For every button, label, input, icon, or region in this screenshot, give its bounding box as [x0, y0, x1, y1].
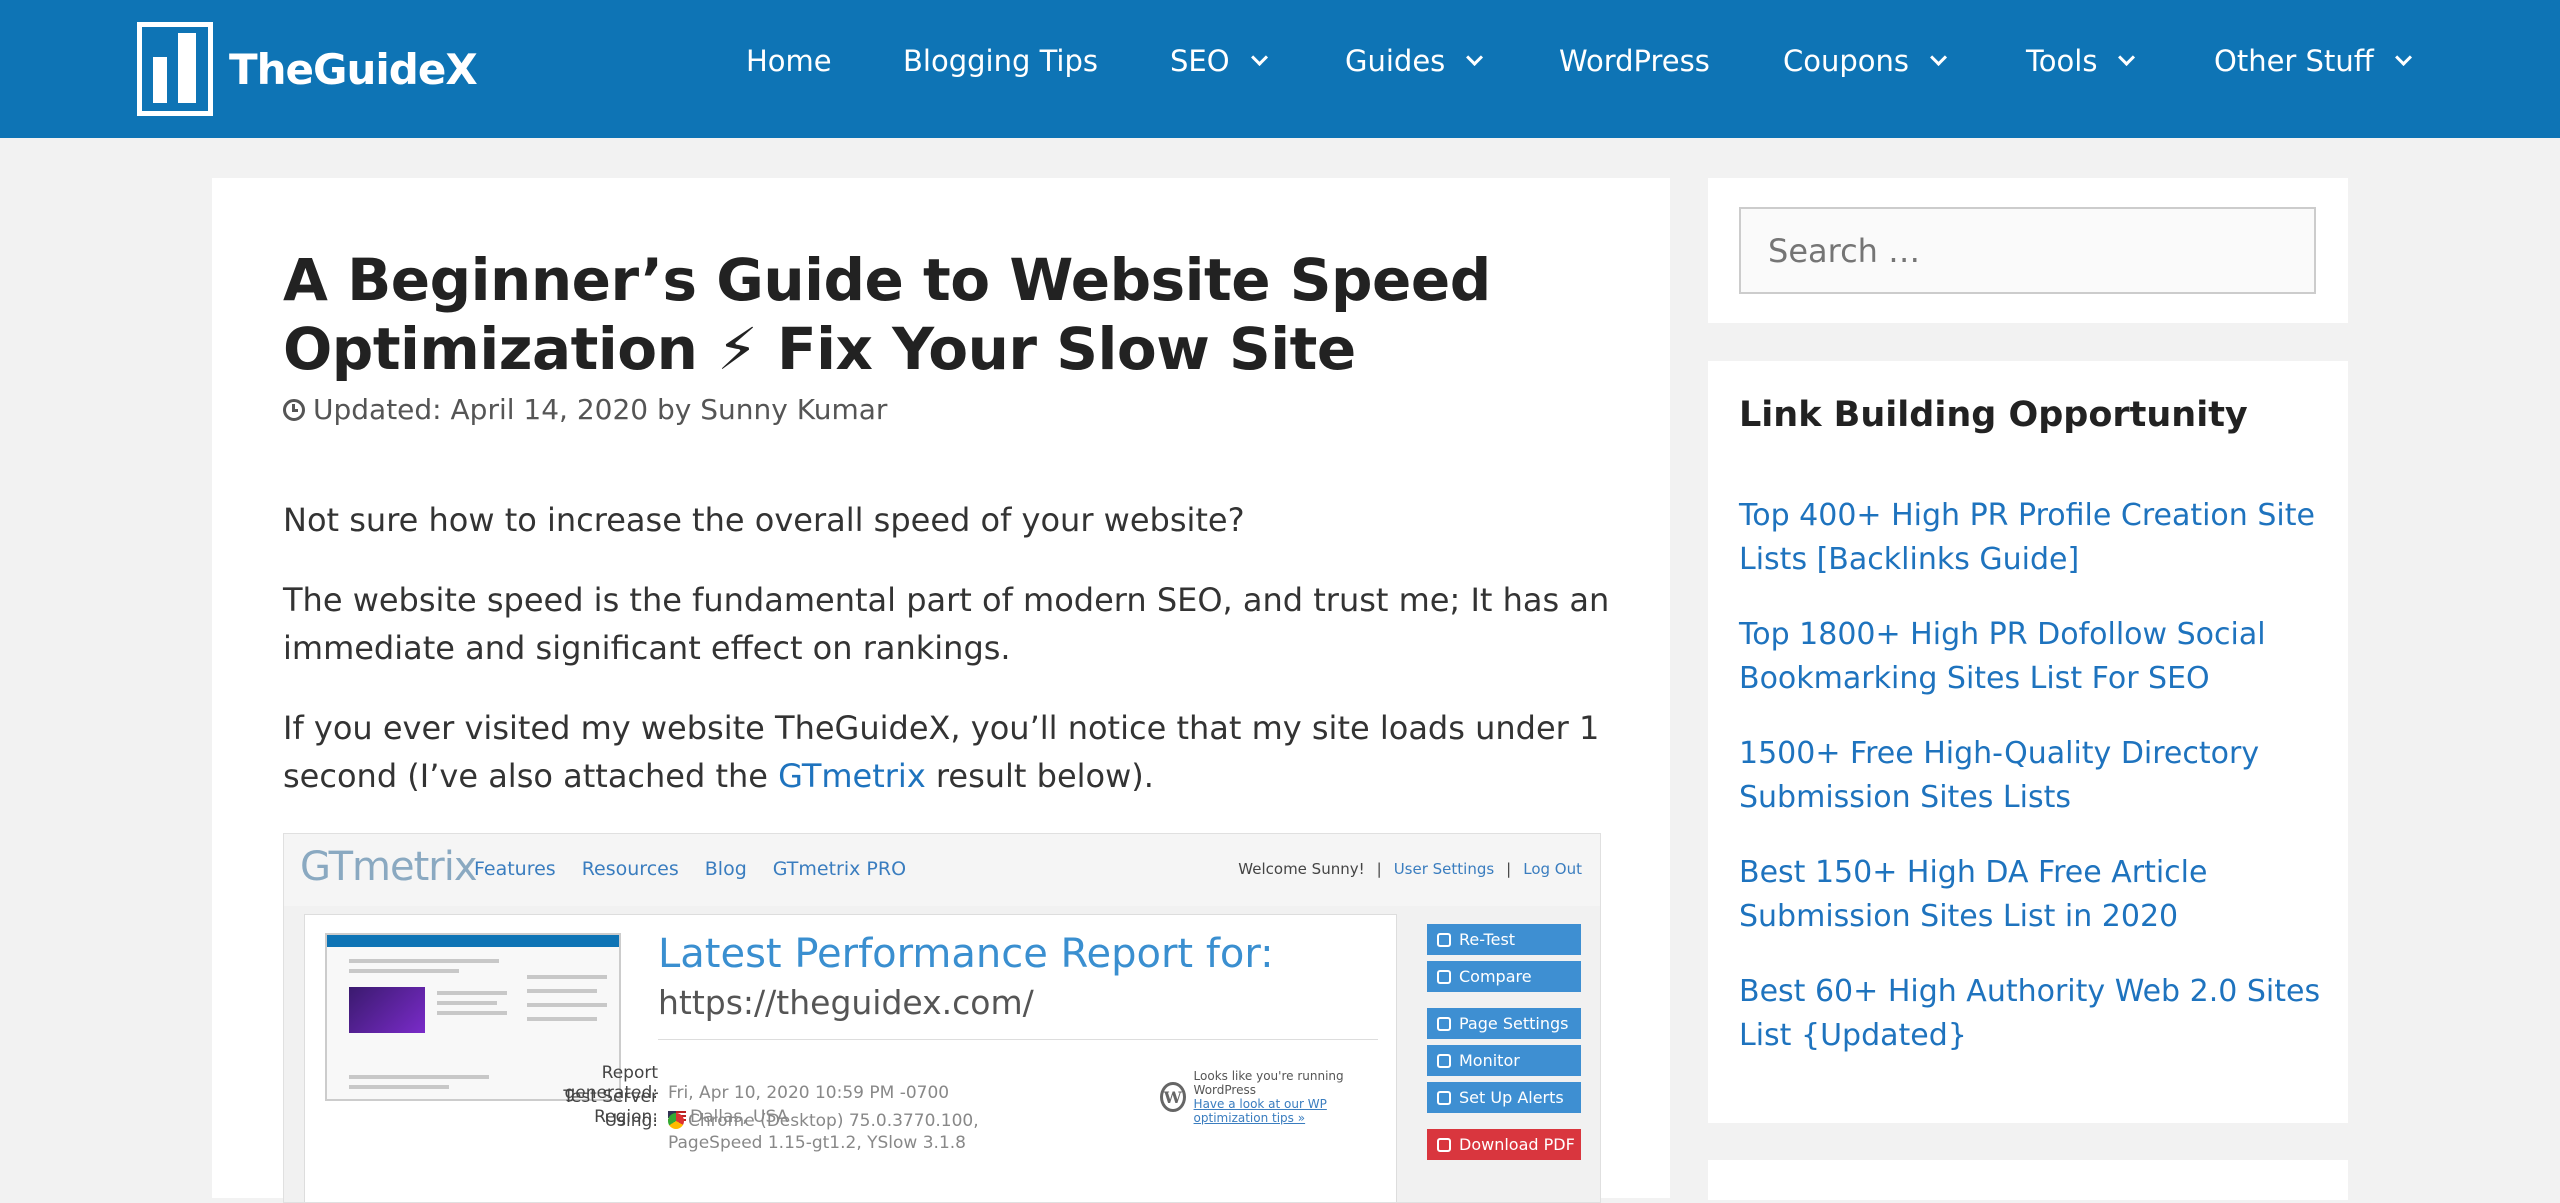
clock-icon: [283, 398, 305, 421]
gear-icon: [1437, 1016, 1451, 1031]
nav-seo[interactable]: SEO: [1170, 44, 1268, 78]
gt-link-pro: GTmetrix PRO: [772, 858, 907, 880]
nav-tools[interactable]: Tools: [2026, 44, 2136, 78]
report-row: Using: Chrome (Desktop) 75.0.3770.100,: [604, 1111, 979, 1131]
wp-notice-text: Looks like you're running WordPress: [1193, 1069, 1344, 1097]
page-settings-button: Page Settings: [1427, 1008, 1581, 1039]
gtmetrix-logo: GTmetrix: [300, 844, 478, 890]
compare-button: Compare: [1427, 961, 1581, 992]
paragraph-2: The website speed is the fundamental par…: [283, 581, 1610, 667]
gt-link-blog: Blog: [704, 858, 747, 880]
search-input[interactable]: [1739, 207, 2316, 294]
gtmetrix-report: Latest Performance Report for: https://t…: [304, 914, 1397, 1202]
meta-text: Updated: April 14, 2020 by Sunny Kumar: [313, 393, 888, 426]
sidebar-link[interactable]: Best 60+ High Authority Web 2.0 Sites Li…: [1739, 970, 2324, 1058]
paragraph-3: If you ever visited my website TheGuideX…: [283, 704, 1613, 800]
alerts-button: Set Up Alerts: [1427, 1082, 1581, 1113]
sidebar-link[interactable]: 1500+ Free High-Quality Directory Submis…: [1739, 732, 2324, 820]
gt-logout: Log Out: [1523, 860, 1582, 878]
nav-other-stuff[interactable]: Other Stuff: [2214, 44, 2412, 78]
article-card: A Beginner’s Guide to Website Speed Opti…: [212, 178, 1670, 1203]
gt-user-settings: User Settings: [1393, 860, 1495, 878]
gtmetrix-topbar: GTmetrix Features Resources Blog GTmetri…: [284, 834, 1600, 906]
chevron-down-icon: [2394, 48, 2412, 66]
sidebar-link[interactable]: Top 400+ High PR Profile Creation Site L…: [1739, 494, 2324, 582]
wordpress-notice: W Looks like you're running WordPress Hav…: [1160, 1069, 1396, 1125]
gtmetrix-screenshot: GTmetrix Features Resources Blog GTmetri…: [283, 833, 1601, 1203]
chevron-down-icon: [1466, 48, 1484, 66]
nav-coupons[interactable]: Coupons: [1783, 44, 1948, 78]
site-header: TheGuideX Home Blogging Tips SEO Guides …: [0, 0, 2560, 138]
gt-link-features: Features: [474, 858, 556, 880]
gtmetrix-user: Welcome Sunny! | User Settings | Log Out: [1238, 860, 1582, 878]
gt-welcome: Welcome Sunny!: [1238, 860, 1365, 878]
nav-guides[interactable]: Guides: [1345, 44, 1484, 78]
report-url: https://theguidex.com/: [658, 983, 1034, 1022]
nav-home[interactable]: Home: [746, 44, 832, 78]
chevron-down-icon: [2118, 48, 2136, 66]
paragraph-1: Not sure how to increase the overall spe…: [283, 501, 1245, 539]
nav-blogging-tips[interactable]: Blogging Tips: [903, 44, 1098, 78]
paragraph-3-text-end: result below).: [925, 757, 1154, 795]
gt-link-resources: Resources: [581, 858, 679, 880]
link-building-widget: Link Building Opportunity Top 400+ High …: [1708, 361, 2348, 1123]
sidebar-link[interactable]: Best 150+ High DA Free Article Submissio…: [1739, 851, 2324, 939]
monitor-button: Monitor: [1427, 1045, 1581, 1076]
wordpress-icon: W: [1160, 1082, 1186, 1112]
nav-wordpress[interactable]: WordPress: [1559, 44, 1710, 78]
chevron-down-icon: [1930, 48, 1948, 66]
logo-text: TheGuideX: [229, 44, 478, 94]
sidebar-link[interactable]: Top 1800+ High PR Dofollow Social Bookma…: [1739, 613, 2324, 701]
download-pdf-button: Download PDF: [1427, 1129, 1581, 1160]
gtmetrix-link[interactable]: GTmetrix: [778, 757, 926, 795]
refresh-icon: [1437, 932, 1451, 947]
pulse-icon: [1437, 1053, 1451, 1068]
article-title: A Beginner’s Guide to Website Speed Opti…: [283, 246, 1491, 383]
compare-icon: [1437, 969, 1451, 984]
logo-icon: [137, 22, 213, 116]
retest-button: Re-Test: [1427, 924, 1581, 955]
report-title: Latest Performance Report for:: [658, 931, 1274, 977]
alarm-icon: [1437, 1090, 1451, 1105]
wp-tips-link: Have a look at our WP optimization tips …: [1193, 1097, 1327, 1125]
article-meta: Updated: April 14, 2020 by Sunny Kumar: [283, 393, 887, 426]
chevron-down-icon: [1250, 48, 1268, 66]
gtmetrix-nav: Features Resources Blog GTmetrix PRO: [474, 858, 906, 880]
search-widget: [1708, 178, 2348, 323]
next-widget: [1708, 1160, 2348, 1200]
chrome-icon: [668, 1113, 684, 1129]
report-row: PageSpeed 1.15-gt1.2, YSlow 3.1.8: [668, 1133, 966, 1153]
widget-title: Link Building Opportunity: [1739, 395, 2248, 435]
pdf-icon: [1437, 1137, 1451, 1152]
site-logo[interactable]: TheGuideX: [137, 22, 478, 116]
